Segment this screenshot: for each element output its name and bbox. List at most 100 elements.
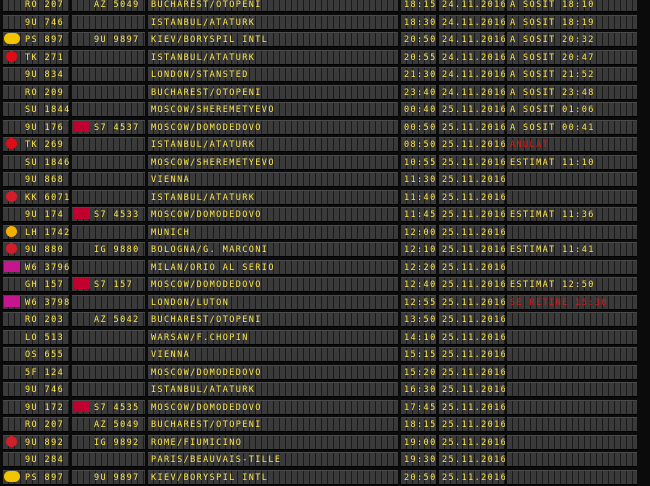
flight-row: 9U 892IG 9892ROME/FIUMICINO19:0025.11.20…: [0, 434, 650, 452]
circle-red-icon: [6, 191, 17, 202]
flight-row: OS 655VIENNA15:1525.11.2016: [0, 346, 650, 364]
flight-status: A SOSIT 21:52: [507, 67, 637, 82]
scheduled-time: 13:50: [401, 312, 436, 327]
flight-status: A SOSIT 18:10: [507, 0, 637, 12]
plane-tail-icon: [4, 313, 20, 324]
flight-row: 9U 172S7 4535MOSCOW/DOMODEDOVO17:4525.11…: [0, 399, 650, 417]
flight-date: 25.11.2016: [439, 295, 505, 310]
flight-row: 9U 176S7 4537MOSCOW/DOMODEDOVO00:5025.11…: [0, 119, 650, 137]
destination: WARSAW/F.CHOPIN: [148, 330, 398, 345]
destination: ROME/FIUMICINO: [148, 435, 398, 450]
flight-row: TK 271ISTANBUL/ATATURK20:5524.11.2016A S…: [0, 49, 650, 67]
destination: MOSCOW/DOMODEDOVO: [148, 365, 398, 380]
flight-date: 24.11.2016: [439, 50, 505, 65]
codeshare-number: IG 9892: [72, 435, 145, 450]
swoosh-icon: [4, 383, 20, 394]
codeshare-number: [72, 15, 145, 30]
codeshare-number: [72, 50, 145, 65]
scheduled-time: 12:20: [401, 260, 436, 275]
destination: KIEV/BORYSPIL INTL: [148, 470, 398, 485]
destination: PARIS/BEAUVAIS-TILLE: [148, 452, 398, 467]
destination: MILAN/ORIO AL SERIO: [148, 260, 398, 275]
wings-icon: [4, 103, 20, 114]
codeshare-number: IG 9880: [72, 242, 145, 257]
flight-row: GH 157S7 157MOSCOW/DOMODEDOVO12:4025.11.…: [0, 276, 650, 294]
flight-status: [507, 225, 637, 240]
swoosh-icon: [4, 16, 20, 27]
codeshare-number: [72, 155, 145, 170]
swoosh-icon: [4, 453, 20, 464]
destination: MOSCOW/DOMODEDOVO: [148, 400, 398, 415]
flight-status: [507, 312, 637, 327]
flight-row: RO 207AZ 5049BUCHAREST/OTOPENI18:1525.11…: [0, 416, 650, 434]
flight-date: 24.11.2016: [439, 85, 505, 100]
scheduled-time: 18:15: [401, 417, 436, 432]
flight-row: 9U 174S7 4533MOSCOW/DOMODEDOVO11:4525.11…: [0, 206, 650, 224]
scheduled-time: 23:40: [401, 85, 436, 100]
codeshare-number: [72, 190, 145, 205]
flight-row: LO 513WARSAW/F.CHOPIN14:1025.11.2016: [0, 329, 650, 347]
flight-row: TK 269ISTANBUL/ATATURK08:5025.11.2016ANU…: [0, 136, 650, 154]
codeshare-number: [72, 67, 145, 82]
swoosh-icon: [4, 401, 20, 412]
scheduled-time: 00:40: [401, 102, 436, 117]
flight-date: 25.11.2016: [439, 172, 505, 187]
destination: ISTANBUL/ATATURK: [148, 137, 398, 152]
swoosh-icon: [4, 208, 20, 219]
flight-status: [507, 260, 637, 275]
scheduled-time: 16:30: [401, 382, 436, 397]
crescent-icon: [6, 138, 17, 149]
flight-date: 25.11.2016: [439, 470, 505, 485]
destination: LONDON/LUTON: [148, 295, 398, 310]
destination: MOSCOW/SHEREMETYEVO: [148, 155, 398, 170]
scheduled-time: 20:55: [401, 50, 436, 65]
flight-date: 25.11.2016: [439, 137, 505, 152]
codeshare-number: [72, 225, 145, 240]
scheduled-time: 12:00: [401, 225, 436, 240]
codeshare-number: [72, 295, 145, 310]
crane-icon: [6, 226, 17, 237]
scheduled-time: 20:50: [401, 470, 436, 485]
scheduled-time: 12:10: [401, 242, 436, 257]
destination: VIENNA: [148, 347, 398, 362]
flight-row: 9U 746ISTANBUL/ATATURK16:3025.11.2016: [0, 381, 650, 399]
flight-status: [507, 452, 637, 467]
plane-tail-icon: [4, 86, 20, 97]
swoosh-icon: [74, 33, 90, 44]
flight-date: 24.11.2016: [439, 15, 505, 30]
flight-date: 25.11.2016: [439, 260, 505, 275]
flight-row: W6 3798LONDON/LUTON12:5525.11.2016SE RET…: [0, 294, 650, 312]
codeshare-number: [72, 137, 145, 152]
flight-date: 25.11.2016: [439, 330, 505, 345]
flight-date: 25.11.2016: [439, 365, 505, 380]
destination: BOLOGNA/G. MARCONI: [148, 242, 398, 257]
flight-status: [507, 470, 637, 485]
flight-date: 25.11.2016: [439, 277, 505, 292]
smiley-icon: [4, 33, 20, 44]
flight-status: A SOSIT 20:47: [507, 50, 637, 65]
destination: ISTANBUL/ATATURK: [148, 190, 398, 205]
flight-date: 25.11.2016: [439, 242, 505, 257]
scheduled-time: 14:10: [401, 330, 436, 345]
wizz-icon: [4, 296, 20, 307]
flight-status: [507, 417, 637, 432]
flight-date: 25.11.2016: [439, 155, 505, 170]
flight-date: 25.11.2016: [439, 207, 505, 222]
s7-icon: [74, 401, 90, 412]
scheduled-time: 00:50: [401, 120, 436, 135]
flight-date: 24.11.2016: [439, 0, 505, 12]
diamond-icon: [4, 278, 20, 289]
scheduled-time: 18:15: [401, 0, 436, 12]
codeshare-number: [72, 330, 145, 345]
wizz-icon: [4, 261, 20, 272]
flight-row: PS 8979U 9897KIEV/BORYSPIL INTL20:5024.1…: [0, 31, 650, 49]
flight-date: 25.11.2016: [439, 225, 505, 240]
flight-status: A SOSIT 23:48: [507, 85, 637, 100]
swoosh-icon: [74, 471, 90, 482]
codeshare-number: [72, 365, 145, 380]
flight-status: A SOSIT 00:41: [507, 120, 637, 135]
smiley-icon: [4, 471, 20, 482]
flight-status: [507, 435, 637, 450]
scheduled-time: 12:55: [401, 295, 436, 310]
scheduled-time: 12:40: [401, 277, 436, 292]
